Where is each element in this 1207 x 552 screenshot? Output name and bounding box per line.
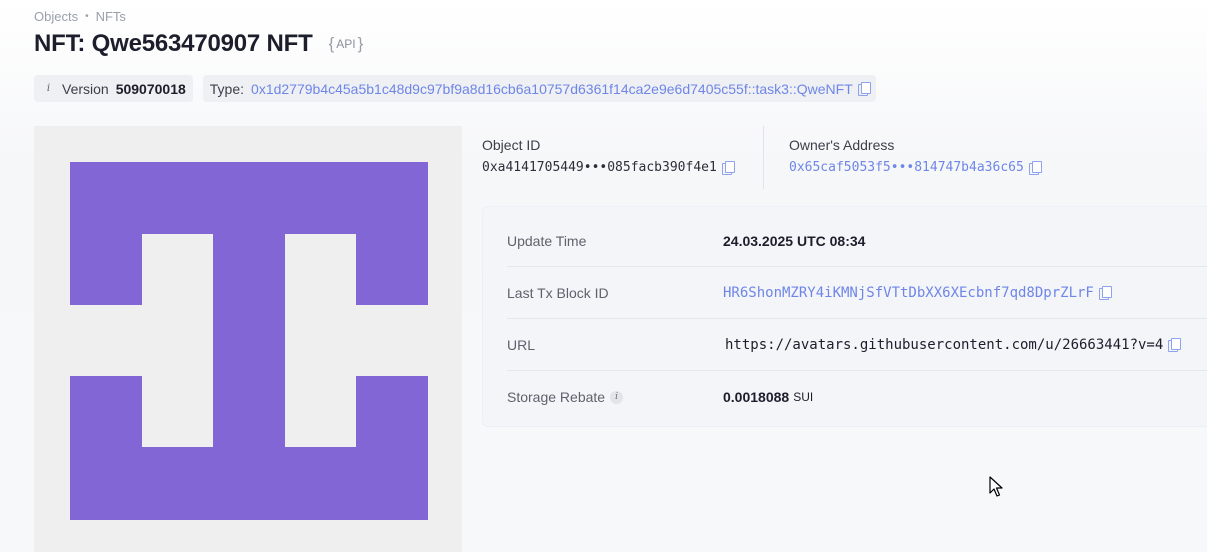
info-icon[interactable]: i xyxy=(41,81,56,96)
url-text[interactable]: https://avatars.githubusercontent.com/u/… xyxy=(725,337,1163,353)
last-tx-label: Last Tx Block ID xyxy=(507,284,609,301)
url-label: URL xyxy=(507,336,536,353)
version-label: Version xyxy=(62,80,109,97)
version-chip: i Version 509070018 xyxy=(34,75,193,102)
breadcrumb: Objects • NFTs xyxy=(34,9,126,24)
type-label: Type: xyxy=(209,80,245,97)
owner-address-label: Owner's Address xyxy=(789,137,895,153)
type-link[interactable]: 0x1d2779b4c45a5b1c48d9c97bf9a8d16cb6a107… xyxy=(251,81,853,97)
breadcrumb-objects[interactable]: Objects xyxy=(34,9,78,24)
info-icon[interactable]: i xyxy=(610,390,624,404)
last-tx-row: Last Tx Block ID HR6ShonMZRY4iKMNjSfVTtD… xyxy=(507,267,1207,319)
object-id-text: 0xa4141705449•••085facb390f4e1 xyxy=(482,160,717,175)
url-value: https://avatars.githubusercontent.com/u/… xyxy=(723,337,1182,353)
api-brace-open: { xyxy=(328,34,335,53)
update-time-label: Update Time xyxy=(507,232,587,249)
identicon-gap-left xyxy=(142,234,213,447)
breadcrumb-separator: • xyxy=(85,11,89,22)
version-value: 509070018 xyxy=(115,80,186,97)
details-card: Update Time 24.03.2025 UTC 08:34 Last Tx… xyxy=(482,206,1207,427)
identicon-gap-right xyxy=(285,234,356,447)
object-id-section: Object ID 0xa4141705449•••085facb390f4e1 xyxy=(482,137,735,175)
update-time-row: Update Time 24.03.2025 UTC 08:34 xyxy=(507,215,1207,267)
owner-address-link[interactable]: 0x65caf5053f5•••814747b4a36c65 xyxy=(789,160,1024,175)
update-time-value: 24.03.2025 UTC 08:34 xyxy=(723,232,866,249)
copy-icon[interactable] xyxy=(1168,338,1182,352)
mouse-cursor-icon xyxy=(989,476,1003,497)
api-brace-close: } xyxy=(357,34,364,53)
page-title: NFT: Qwe563470907 NFT xyxy=(34,30,313,57)
copy-icon[interactable] xyxy=(857,82,871,96)
copy-icon[interactable] xyxy=(721,161,735,175)
storage-rebate-value: 0.0018088 SUI xyxy=(723,389,813,405)
identicon-center-bar xyxy=(213,234,285,520)
owner-address-value: 0x65caf5053f5•••814747b4a36c65 xyxy=(789,160,1042,175)
nft-identicon xyxy=(70,162,428,520)
copy-icon[interactable] xyxy=(1028,161,1042,175)
storage-rebate-unit: SUI xyxy=(793,390,814,404)
url-row: URL https://avatars.githubusercontent.co… xyxy=(507,319,1207,371)
type-chip: Type: 0x1d2779b4c45a5b1c48d9c97bf9a8d16c… xyxy=(202,75,876,102)
storage-rebate-row: Storage Rebate i 0.0018088 SUI xyxy=(507,371,1207,423)
owner-address-section: Owner's Address 0x65caf5053f5•••814747b4… xyxy=(789,137,1042,175)
copy-icon[interactable] xyxy=(1098,286,1112,300)
api-label: API xyxy=(336,37,356,51)
breadcrumb-nfts[interactable]: NFTs xyxy=(96,9,126,24)
title-row: NFT: Qwe563470907 NFT { API } xyxy=(34,30,363,58)
api-button[interactable]: { API } xyxy=(329,34,364,54)
nft-image xyxy=(34,126,462,552)
last-tx-link[interactable]: HR6ShonMZRY4iKMNjSfVTtDbXX6XEcbnf7qd8Dpr… xyxy=(723,285,1094,301)
object-chips: i Version 509070018 Type: 0x1d2779b4c45a… xyxy=(34,75,876,102)
storage-rebate-label: Storage Rebate i xyxy=(507,389,723,405)
storage-rebate-amount: 0.0018088 xyxy=(723,389,790,405)
storage-rebate-label-text: Storage Rebate xyxy=(507,389,606,405)
last-tx-value: HR6ShonMZRY4iKMNjSfVTtDbXX6XEcbnf7qd8Dpr… xyxy=(723,285,1112,301)
divider xyxy=(763,126,764,189)
object-id-value: 0xa4141705449•••085facb390f4e1 xyxy=(482,160,735,175)
object-id-label: Object ID xyxy=(482,137,541,153)
